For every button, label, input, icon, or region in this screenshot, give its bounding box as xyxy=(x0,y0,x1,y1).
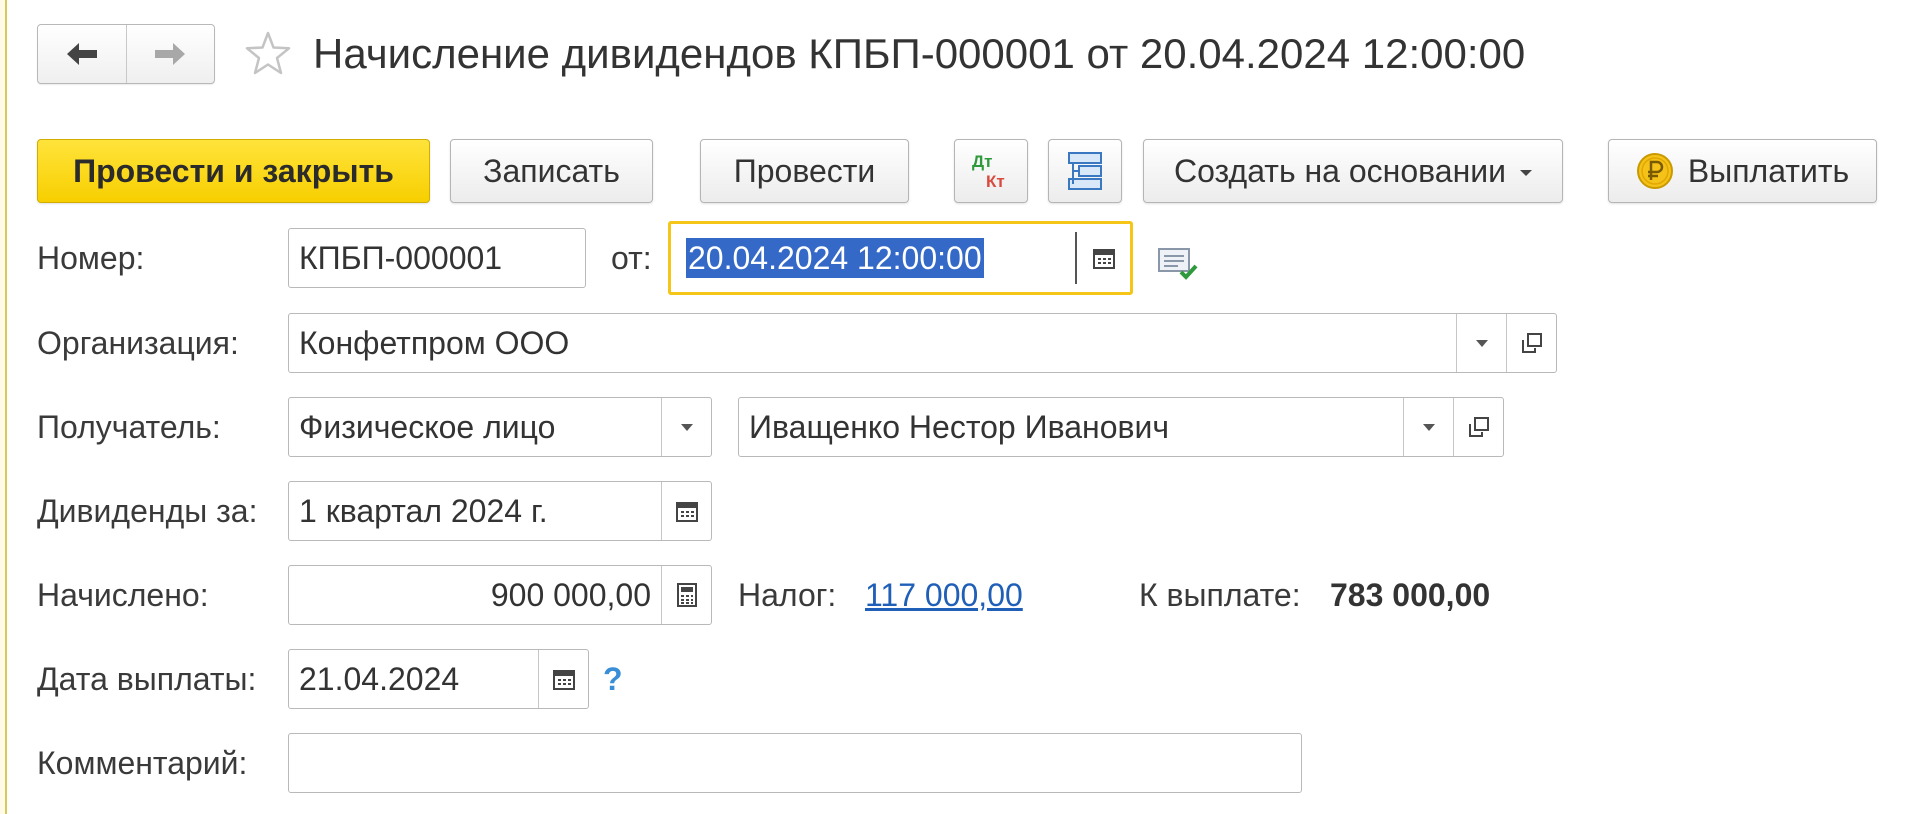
period-label: Дивиденды за: xyxy=(37,493,258,529)
organization-label: Организация: xyxy=(37,325,239,361)
dt-label: Дт xyxy=(972,152,992,171)
organization-open-button[interactable] xyxy=(1506,314,1556,372)
calculator-button[interactable] xyxy=(661,566,711,624)
calculator-icon xyxy=(676,583,697,607)
forward-button[interactable] xyxy=(125,25,215,83)
nav-buttons xyxy=(37,24,215,84)
accrued-value: 900 000,00 xyxy=(490,577,651,613)
date-value: 20.04.2024 12:00:00 xyxy=(686,238,984,278)
period-field[interactable]: 1 квартал 2024 г. xyxy=(288,481,712,541)
comment-value xyxy=(289,734,1301,792)
open-in-new-icon xyxy=(1468,417,1489,437)
period-calendar-button[interactable] xyxy=(661,482,711,540)
to-pay-label: К выплате: xyxy=(1139,577,1301,613)
chevron-down-icon xyxy=(680,423,693,431)
arrow-left-icon xyxy=(66,43,97,65)
window-frame-left xyxy=(0,0,7,814)
chevron-down-icon xyxy=(1475,339,1488,347)
payment-date-field[interactable]: 21.04.2024 xyxy=(288,649,589,709)
open-in-new-icon xyxy=(1521,333,1542,353)
comment-label: Комментарий: xyxy=(37,745,248,781)
tax-label: Налог: xyxy=(738,577,837,613)
organization-dropdown-button[interactable] xyxy=(1456,314,1506,372)
save-button[interactable]: Записать xyxy=(450,139,653,203)
recipient-type-value: Физическое лицо xyxy=(299,409,556,445)
calendar-icon xyxy=(552,670,575,690)
calendar-icon xyxy=(1092,249,1115,269)
organization-value: Конфетпром ООО xyxy=(299,325,570,361)
recipient-type-field[interactable]: Физическое лицо xyxy=(288,397,712,457)
recipient-open-button[interactable] xyxy=(1453,398,1503,456)
pay-button[interactable]: Выплатить xyxy=(1608,139,1877,203)
help-icon[interactable]: ? xyxy=(603,659,623,699)
recipient-label: Получатель: xyxy=(37,409,221,445)
payment-date-calendar-button[interactable] xyxy=(538,650,588,708)
payment-date-value: 21.04.2024 xyxy=(299,661,460,697)
calendar-icon xyxy=(675,502,698,522)
create-based-on-button[interactable]: Создать на основании xyxy=(1143,139,1563,203)
tax-link[interactable]: 117 000,00 xyxy=(865,575,1023,615)
structure-button[interactable] xyxy=(1048,139,1122,203)
recipient-type-dropdown-button[interactable] xyxy=(661,398,711,456)
kt-label: Кт xyxy=(986,172,1005,191)
pay-label: Выплатить xyxy=(1687,152,1850,189)
dt-kt-icon: Дт Кт xyxy=(972,152,1005,191)
chevron-down-icon xyxy=(1519,170,1532,176)
post-and-close-button[interactable]: Провести и закрыть xyxy=(37,139,430,203)
number-value: КПБП-000001 xyxy=(299,240,503,276)
period-value: 1 квартал 2024 г. xyxy=(299,493,548,529)
accrued-label: Начислено: xyxy=(37,577,209,613)
recipient-field[interactable]: Иващенко Нестор Иванович xyxy=(738,397,1504,457)
organization-field[interactable]: Конфетпром ООО xyxy=(288,313,1557,373)
back-button[interactable] xyxy=(38,25,126,83)
document-history-icon[interactable] xyxy=(1157,246,1199,282)
number-label: Номер: xyxy=(37,240,145,276)
comment-field[interactable] xyxy=(288,733,1302,793)
star-icon[interactable] xyxy=(244,30,292,78)
structure-icon xyxy=(1068,152,1102,190)
create-based-on-label: Создать на основании xyxy=(1174,152,1506,189)
ruble-coin-icon xyxy=(1636,153,1673,189)
arrow-right-icon xyxy=(155,43,186,65)
date-field[interactable]: 20.04.2024 12:00:00 xyxy=(668,221,1133,295)
recipient-dropdown-button[interactable] xyxy=(1403,398,1453,456)
post-button[interactable]: Провести xyxy=(700,139,909,203)
to-pay-value: 783 000,00 xyxy=(1330,577,1491,613)
accrued-field[interactable]: 900 000,00 xyxy=(288,565,712,625)
recipient-value: Иващенко Нестор Иванович xyxy=(749,409,1170,445)
number-field[interactable]: КПБП-000001 xyxy=(288,228,586,288)
page-title: Начисление дивидендов КПБП-000001 от 20.… xyxy=(313,30,1526,77)
dt-kt-button[interactable]: Дт Кт xyxy=(954,139,1028,203)
chevron-down-icon xyxy=(1422,423,1435,431)
payment-date-label: Дата выплаты: xyxy=(37,661,257,697)
date-calendar-button[interactable] xyxy=(1075,232,1130,284)
date-label: от: xyxy=(611,240,652,276)
